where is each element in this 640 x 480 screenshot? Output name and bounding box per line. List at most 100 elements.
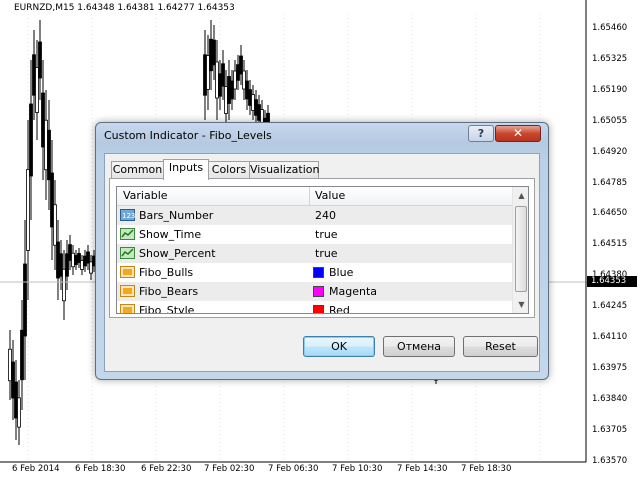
candle-body <box>236 64 240 81</box>
candle-body <box>257 104 261 121</box>
price-label: 1.64245 <box>592 301 628 312</box>
candle-body <box>80 260 84 270</box>
candle-body <box>35 67 39 113</box>
reset-button[interactable]: Reset <box>463 336 538 357</box>
price-label: 1.64785 <box>592 177 628 188</box>
parameter-name: Show_Percent <box>139 247 216 260</box>
column-header-value[interactable]: Value <box>315 189 345 202</box>
candle-body <box>8 348 12 382</box>
candle-body <box>65 253 69 277</box>
parameter-name: Fibo_Bulls <box>139 266 194 279</box>
scroll-down-arrow-icon[interactable]: ▼ <box>513 296 528 313</box>
parameter-value[interactable]: Blue <box>329 266 353 279</box>
candle-body <box>68 244 72 261</box>
candle-body <box>209 38 213 72</box>
time-label: 7 Feb 06:30 <box>268 464 319 474</box>
svg-text:123: 123 <box>122 212 135 220</box>
candle-body <box>230 80 234 100</box>
parameter-name: Show_Time <box>139 228 202 241</box>
candle-body <box>239 55 243 75</box>
parameter-value[interactable]: Magenta <box>329 285 377 298</box>
candle-body <box>224 86 228 114</box>
candle-body <box>11 361 15 399</box>
price-label: 1.64515 <box>592 239 628 250</box>
tab-visualization[interactable]: Visualization <box>249 161 319 179</box>
chart-title: EURNZD,M15 1.64348 1.64381 1.64277 1.643… <box>14 3 235 13</box>
candle-body <box>86 251 90 264</box>
candle-body <box>77 253 81 263</box>
candle-body <box>218 73 222 97</box>
candle-body <box>71 252 75 268</box>
help-button[interactable]: ? <box>468 125 494 142</box>
parameter-row[interactable]: Fibo_Style Red <box>117 301 512 314</box>
candle-body <box>20 329 24 381</box>
tab-common[interactable]: Common <box>111 161 164 179</box>
parameter-name: Fibo_Style <box>139 304 195 314</box>
candle-body <box>26 169 30 251</box>
color-swatch[interactable] <box>313 305 324 313</box>
price-label: 1.65325 <box>592 53 628 64</box>
ok-button[interactable]: OK <box>303 336 375 357</box>
candle-body <box>56 241 60 279</box>
bool-icon <box>120 228 135 240</box>
parameter-row[interactable]: Show_Time true <box>117 225 512 244</box>
candle-body <box>215 61 219 99</box>
candle-body <box>227 76 231 104</box>
candle-body <box>233 70 237 90</box>
parameter-row[interactable]: Fibo_Bulls Blue <box>117 263 512 282</box>
parameter-value[interactable]: true <box>315 228 338 241</box>
tab-inputs[interactable]: Inputs <box>163 159 209 180</box>
time-label: 7 Feb 14:30 <box>397 464 448 474</box>
price-label: 1.65055 <box>592 115 628 126</box>
candle-body <box>203 54 207 96</box>
candle-body <box>74 255 78 265</box>
candle-body <box>53 204 57 246</box>
inputs-grid: Variable Value 123 Bars_Number 240 Show_Tim… <box>116 186 529 314</box>
integer-icon: 123 <box>120 209 135 221</box>
close-button[interactable]: ✕ <box>495 125 541 142</box>
color-icon <box>120 266 135 278</box>
time-label: 7 Feb 10:30 <box>332 464 383 474</box>
parameter-name: Fibo_Bears <box>139 285 199 298</box>
grid-scrollbar[interactable]: ▲ ▼ <box>512 187 528 313</box>
candle-body <box>47 129 51 181</box>
time-label: 7 Feb 18:30 <box>461 464 512 474</box>
parameter-row[interactable]: Show_Percent true <box>117 244 512 263</box>
candle-body <box>221 63 225 87</box>
price-label: 1.63705 <box>592 424 628 435</box>
candle-body <box>29 103 33 177</box>
candle-body <box>59 253 63 277</box>
dialog-client-area: Common Inputs Colors Visualization Varia… <box>104 153 540 372</box>
candle-body <box>251 94 255 111</box>
time-label: 6 Feb 18:30 <box>75 464 126 474</box>
cancel-button[interactable]: Отмена <box>383 336 455 357</box>
dialog-titlebar[interactable]: Custom Indicator - Fibo_Levels ? ✕ <box>96 123 548 149</box>
candle-body <box>32 54 36 96</box>
candle-body <box>212 39 216 66</box>
tab-colors[interactable]: Colors <box>208 161 250 179</box>
bool-icon <box>120 247 135 259</box>
price-label: 1.63975 <box>592 362 628 373</box>
candle-body <box>23 263 27 337</box>
price-label: 1.64110 <box>592 332 628 342</box>
candle-body <box>245 80 249 100</box>
candle-body <box>17 397 21 428</box>
price-label: 1.63570 <box>592 455 628 466</box>
scroll-thumb[interactable] <box>515 206 527 292</box>
price-label: 1.64650 <box>592 208 628 219</box>
dialog-title: Custom Indicator - Fibo_Levels <box>104 129 272 142</box>
price-label: 1.63840 <box>592 393 628 404</box>
color-swatch[interactable] <box>313 286 324 297</box>
parameter-value[interactable]: Red <box>329 304 350 313</box>
price-label: 1.64920 <box>592 146 628 157</box>
parameter-row[interactable]: Fibo_Bears Magenta <box>117 282 512 301</box>
candle-body <box>89 261 93 274</box>
column-header-variable[interactable]: Variable <box>123 189 168 202</box>
color-swatch[interactable] <box>313 267 324 278</box>
parameter-row[interactable]: 123 Bars_Number 240 <box>117 206 512 225</box>
parameter-value[interactable]: 240 <box>315 209 336 222</box>
inputs-panel: Variable Value 123 Bars_Number 240 Show_Tim… <box>109 178 535 318</box>
candle-body <box>254 99 258 116</box>
scroll-up-arrow-icon[interactable]: ▲ <box>513 187 528 204</box>
parameter-value[interactable]: true <box>315 247 338 260</box>
